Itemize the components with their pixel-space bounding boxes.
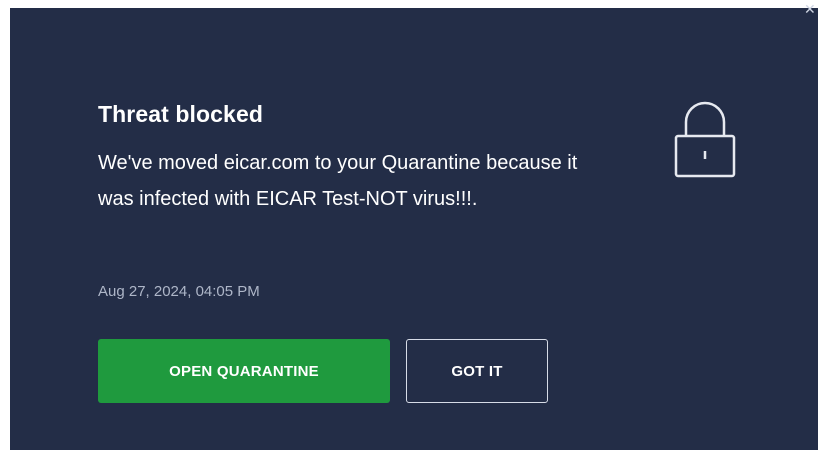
notification-message: We've moved eicar.com to your Quarantine…: [98, 152, 578, 210]
close-icon[interactable]: ✕: [804, 2, 818, 16]
notification-title: Threat blocked: [98, 101, 263, 127]
open-quarantine-button[interactable]: OPEN QUARANTINE: [98, 339, 390, 403]
threat-notification: ✕ Threat blocked We've moved eicar.com t…: [10, 2, 818, 450]
notification-timestamp: Aug 27, 2024, 04:05 PM: [98, 283, 260, 300]
lock-icon: [674, 101, 736, 178]
got-it-button[interactable]: GOT IT: [406, 339, 548, 403]
